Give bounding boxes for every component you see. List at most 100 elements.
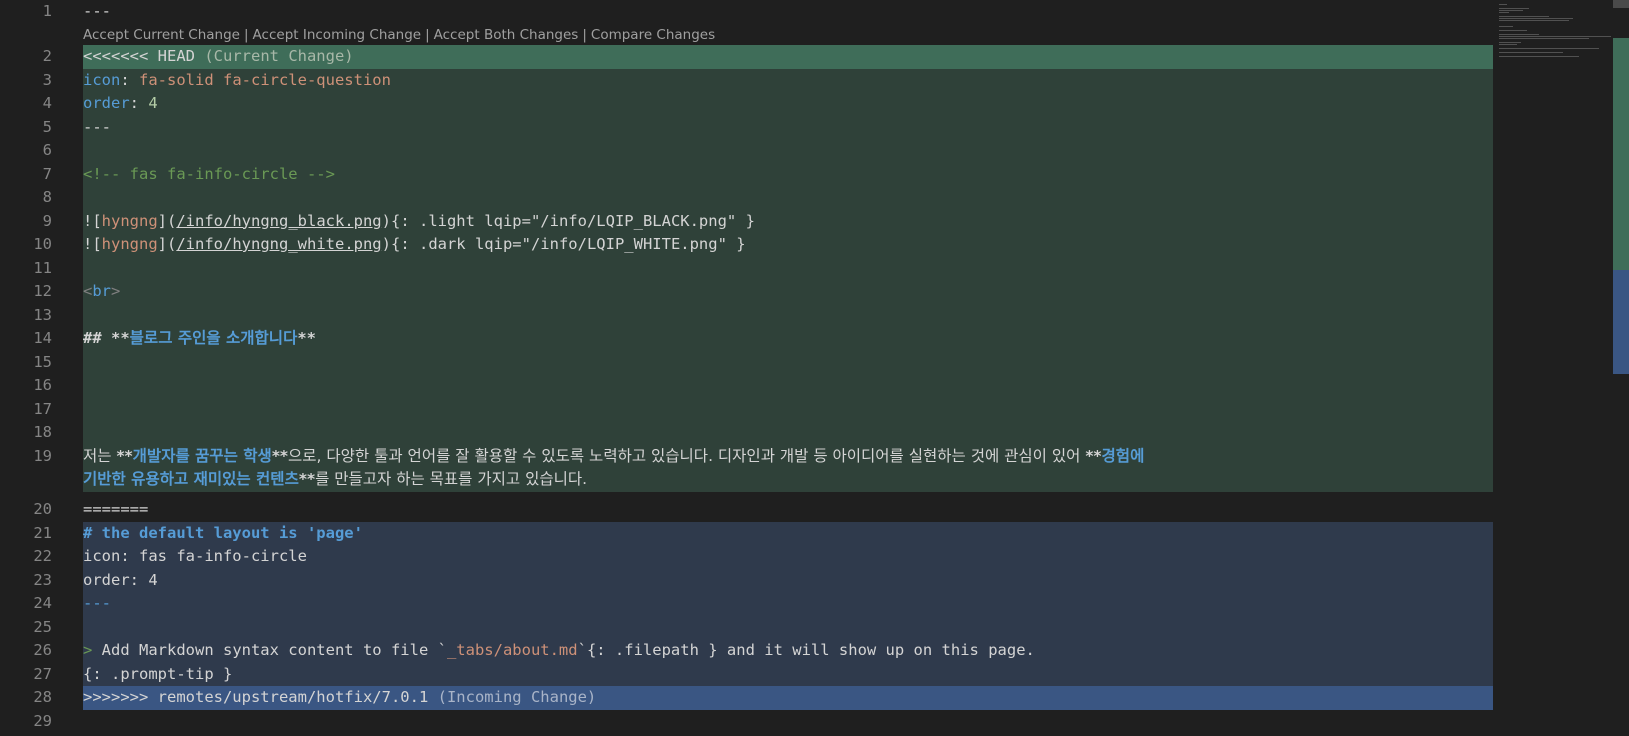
code-line-28[interactable]: 28 >>>>>>> remotes/upstream/hotfix/7.0.1… (0, 686, 1493, 710)
bold-marker: ** (297, 329, 316, 347)
bold-marker: ** (298, 470, 316, 488)
current-change-label: (Current Change) (204, 47, 354, 65)
code-line-4[interactable]: 4 order: 4 (0, 92, 1493, 116)
line-number: 27 (33, 664, 52, 683)
md-image-open: ![ (83, 211, 102, 230)
line-number: 26 (33, 641, 52, 659)
line-number: 29 (33, 711, 52, 730)
line-number: 19 (33, 446, 52, 465)
code-line-14[interactable]: 14 ## **블로그 주인을 소개합니다** (0, 327, 1493, 351)
tag-bracket: > (111, 282, 121, 300)
yaml-value: 4 (148, 94, 158, 112)
line-text (83, 256, 1493, 280)
line-text (83, 615, 1493, 639)
yaml-value: fa-solid fa-circle-question (139, 70, 391, 89)
line-text: ![hyngng](/info/hyngng_black.png){: .lig… (83, 209, 1493, 233)
code-line-29[interactable]: 29 (0, 710, 1493, 734)
line-number: 14 (33, 329, 52, 347)
minimap-line (1499, 20, 1569, 21)
line-text: ## **블로그 주인을 소개합니다** (83, 327, 1493, 351)
line-text (83, 421, 1493, 445)
compare-changes-button[interactable]: Compare Changes (591, 27, 715, 43)
code-line-12[interactable]: 12 <br> (0, 280, 1493, 304)
line-number: 5 (42, 117, 52, 136)
line-text (83, 397, 1493, 421)
line-text: # the default layout is 'page' (83, 521, 1493, 545)
code-line-10[interactable]: 10 ![hyngng](/info/hyngng_white.png){: .… (0, 233, 1493, 257)
code-line-23[interactable]: 23 order: 4 (0, 568, 1493, 592)
accept-both-changes-button[interactable]: Accept Both Changes (434, 27, 579, 43)
line-text: <br> (83, 280, 1493, 304)
code-line-19[interactable]: 19 저는 **개발자를 꿈꾸는 학생**으로, 다양한 툴과 언어를 잘 활용… (0, 444, 1493, 492)
code-line-21[interactable]: 21 # the default layout is 'page' (0, 521, 1493, 545)
editor[interactable]: 1 --- Accept Current Change | Accept Incom… (0, 0, 1493, 736)
line-text: icon: fas fa-info-circle (83, 545, 1493, 569)
code-line-8[interactable]: 8 (0, 186, 1493, 210)
code-line-16[interactable]: 16 (0, 374, 1493, 398)
code-line-9[interactable]: 9 ![hyngng](/info/hyngng_black.png){: .l… (0, 209, 1493, 233)
line-text: --- (83, 2, 111, 20)
code-line-17[interactable]: 17 (0, 397, 1493, 421)
code-line-15[interactable]: 15 (0, 350, 1493, 374)
line-number: 15 (33, 352, 52, 371)
line-text: icon: fa-solid fa-circle-question (83, 68, 1493, 92)
minimap-line (1499, 26, 1513, 27)
minimap-line (1499, 44, 1517, 45)
code-line-13[interactable]: 13 (0, 303, 1493, 327)
code-line-11[interactable]: 11 (0, 256, 1493, 280)
accept-current-change-button[interactable]: Accept Current Change (83, 27, 240, 43)
code-line-27[interactable]: 27 {: .prompt-tip } (0, 662, 1493, 686)
conflict-separator: ======= (83, 500, 149, 518)
code-line-1[interactable]: 1 --- (0, 0, 1493, 24)
line-text (83, 303, 1493, 327)
minimap-line (1499, 48, 1599, 49)
conflict-marker: <<<<<<< HEAD (83, 47, 195, 65)
bold-marker: ** (116, 446, 133, 465)
incoming-change-label: (Incoming Change) (437, 688, 597, 706)
line-number: 12 (33, 282, 52, 300)
vertical-scrollbar[interactable] (1613, 0, 1629, 736)
md-image-attrs: ){: .light lqip="/info/LQIP_BLACK.png" } (381, 211, 755, 230)
line-number: 11 (33, 258, 52, 277)
line-text: {: .prompt-tip } (83, 662, 1493, 686)
bold-marker: ** (271, 446, 289, 465)
plain-text: 저는 (83, 446, 117, 465)
code-line-20[interactable]: 20 ======= (0, 498, 1493, 522)
code-line-2[interactable]: 2 <<<<<<< HEAD (Current Change) (0, 45, 1493, 69)
line-text: order: 4 (83, 568, 1493, 592)
line-number: 3 (42, 70, 52, 89)
line-text: 저는 **개발자를 꿈꾸는 학생**으로, 다양한 툴과 언어를 잘 활용할 수… (83, 444, 1493, 492)
line-number: 4 (42, 94, 52, 112)
accept-incoming-change-button[interactable]: Accept Incoming Change (253, 27, 422, 43)
code-line-7[interactable]: 7 <!-- fas fa-info-circle --> (0, 162, 1493, 186)
image-link[interactable]: /info/hyngng_black.png (176, 212, 381, 230)
scrollbar-thumb[interactable] (1613, 0, 1629, 8)
code-line-22[interactable]: 22 icon: fas fa-info-circle (0, 545, 1493, 569)
minimap-line (1499, 42, 1521, 43)
line-number: 18 (33, 423, 52, 441)
yaml-colon: : (129, 94, 149, 112)
minimap-line (1499, 4, 1507, 5)
line-number: 16 (33, 376, 52, 394)
codelens-separator: | (243, 27, 249, 43)
line-number: 6 (42, 141, 52, 159)
plain-text: `{: .filepath } and it will show up on t… (577, 641, 1035, 659)
code-line-5[interactable]: 5 --- (0, 115, 1493, 139)
code-line-25[interactable]: 25 (0, 615, 1493, 639)
minimap-line (1499, 12, 1509, 13)
minimap-line (1499, 18, 1573, 19)
line-number: 25 (33, 617, 52, 636)
minimap-line (1499, 16, 1549, 17)
code-line-6[interactable]: 6 (0, 139, 1493, 163)
line-text: --- (83, 115, 1493, 139)
code-line-26[interactable]: 26 > Add Markdown syntax content to file… (0, 639, 1493, 663)
code-line-3[interactable]: 3 icon: fa-solid fa-circle-question (0, 68, 1493, 92)
code-line-24[interactable]: 24 --- (0, 592, 1493, 616)
bold-text: 경험에 (1101, 446, 1145, 465)
line-number: 20 (33, 500, 52, 518)
yaml-key: order (83, 94, 130, 112)
html-comment: <!-- fas fa-info-circle --> (83, 162, 1493, 186)
image-link[interactable]: /info/hyngng_white.png (176, 235, 381, 253)
code-line-18[interactable]: 18 (0, 421, 1493, 445)
minimap[interactable] (1493, 0, 1613, 736)
